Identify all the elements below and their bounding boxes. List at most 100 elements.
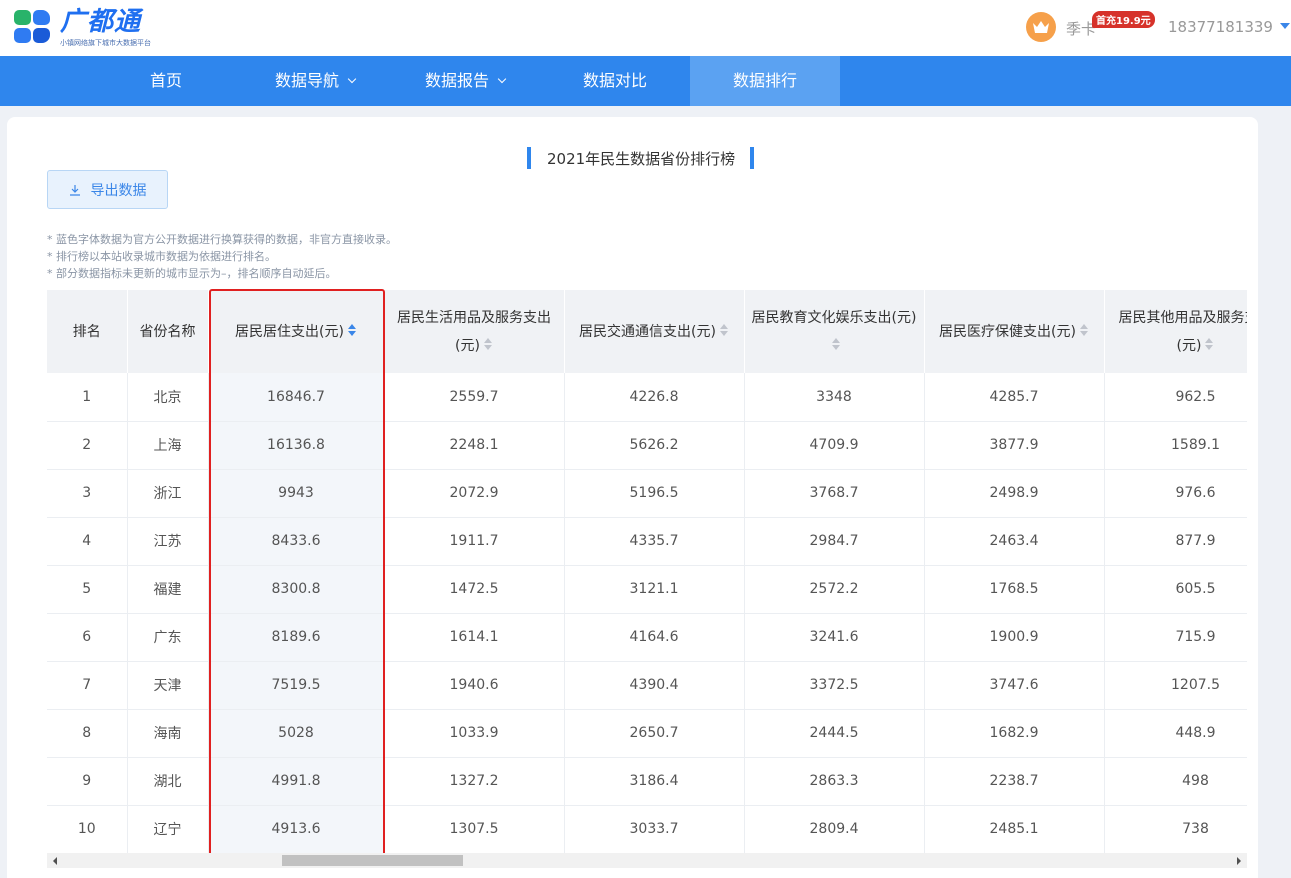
page-title: 2021年民生数据省份排行榜 (527, 147, 755, 169)
table-cell: 2809.4 (744, 805, 925, 853)
table-cell: 2238.7 (924, 757, 1105, 806)
column-header-goods-services[interactable]: 居民生活用品及服务支出(元) (384, 290, 565, 373)
column-header-other[interactable]: 居民其他用品及服务支出(元) (1104, 290, 1247, 373)
table-cell: 江苏 (127, 517, 209, 566)
sort-icon[interactable] (831, 338, 841, 351)
table-cell: 498 (1104, 757, 1247, 806)
table-cell: 1900.9 (924, 613, 1105, 662)
table-cell: 8189.6 (208, 613, 385, 662)
table-cell: 1940.6 (384, 661, 565, 710)
table-row: 10 辽宁 4913.6 1307.5 3033.7 2809.4 2485.1 738 (47, 805, 1247, 853)
sort-icon[interactable] (719, 324, 729, 337)
notes: * 蓝色字体数据为官方公开数据进行换算获得的数据，非官方直接收录。 * 排行榜以… (47, 231, 397, 282)
scroll-right-icon[interactable] (1237, 857, 1241, 865)
horizontal-scrollbar[interactable] (47, 853, 1247, 868)
table-cell: 962.5 (1104, 373, 1247, 422)
table-cell: 1472.5 (384, 565, 565, 614)
table-cell: 3033.7 (564, 805, 745, 853)
sort-icon[interactable] (1079, 324, 1089, 337)
table-cell: 上海 (127, 421, 209, 470)
logo-icon (14, 10, 54, 46)
table-cell: 8300.8 (208, 565, 385, 614)
ranking-table: 排名 省份名称 居民居住支出(元) 居民生活用品及服务支出(元) 居民交通通信支… (47, 290, 1247, 853)
table-cell: 16136.8 (208, 421, 385, 470)
table-cell: 1327.2 (384, 757, 565, 806)
table-cell: 1033.9 (384, 709, 565, 758)
column-header-province: 省份名称 (127, 290, 209, 373)
note-line: * 蓝色字体数据为官方公开数据进行换算获得的数据，非官方直接收录。 (47, 233, 397, 246)
sort-icon[interactable] (1205, 338, 1214, 351)
sort-icon[interactable] (347, 324, 357, 337)
note-line: * 排行榜以本站收录城市数据为依据进行排名。 (47, 250, 276, 263)
table-cell: 4991.8 (208, 757, 385, 806)
table-cell: 北京 (127, 373, 209, 422)
table-row: 5 福建 8300.8 1472.5 3121.1 2572.2 1768.5 605.5 (47, 565, 1247, 614)
table-cell: 4 (47, 517, 128, 566)
table-cell: 3 (47, 469, 128, 518)
table-cell: 4226.8 (564, 373, 745, 422)
crown-icon[interactable] (1026, 12, 1056, 42)
chevron-down-icon[interactable] (1280, 23, 1290, 29)
column-header-medical[interactable]: 居民医疗保健支出(元) (924, 290, 1105, 373)
table-cell: 2485.1 (924, 805, 1105, 853)
table-cell: 9943 (208, 469, 385, 518)
table-cell: 448.9 (1104, 709, 1247, 758)
table-row: 6 广东 8189.6 1614.1 4164.6 3241.6 1900.9 715.9 (47, 613, 1247, 662)
table-cell: 1307.5 (384, 805, 565, 853)
table-cell: 8 (47, 709, 128, 758)
table-cell: 海南 (127, 709, 209, 758)
nav-item-home[interactable]: 首页 (116, 56, 216, 106)
table-row: 7 天津 7519.5 1940.6 4390.4 3372.5 3747.6 1207.5 (47, 661, 1247, 710)
table-cell: 8433.6 (208, 517, 385, 566)
table-cell: 2248.1 (384, 421, 565, 470)
table-cell: 2498.9 (924, 469, 1105, 518)
logo[interactable]: 广都通 小镇网络旗下城市大数据平台 (14, 8, 151, 48)
scroll-left-icon[interactable] (53, 857, 57, 865)
column-header-transport[interactable]: 居民交通通信支出(元) (564, 290, 745, 373)
table-cell: 7519.5 (208, 661, 385, 710)
table-cell: 1207.5 (1104, 661, 1247, 710)
column-header-rank: 排名 (47, 290, 128, 373)
table-header-row: 排名 省份名称 居民居住支出(元) 居民生活用品及服务支出(元) 居民交通通信支… (47, 290, 1247, 373)
table-cell: 3241.6 (744, 613, 925, 662)
table-cell: 877.9 (1104, 517, 1247, 566)
table-cell: 1768.5 (924, 565, 1105, 614)
table-cell: 5196.5 (564, 469, 745, 518)
table-cell: 1682.9 (924, 709, 1105, 758)
table-cell: 2572.2 (744, 565, 925, 614)
table-cell: 738 (1104, 805, 1247, 853)
table-cell: 5626.2 (564, 421, 745, 470)
table-cell: 福建 (127, 565, 209, 614)
table-cell: 天津 (127, 661, 209, 710)
user-phone[interactable]: 18377181339 (1168, 18, 1273, 36)
nav-item-data-compare[interactable]: 数据对比 (552, 56, 678, 106)
table-cell: 3372.5 (744, 661, 925, 710)
ranking-table-container: 排名 省份名称 居民居住支出(元) 居民生活用品及服务支出(元) 居民交通通信支… (47, 290, 1247, 853)
column-header-education[interactable]: 居民教育文化娱乐支出(元) (744, 290, 925, 373)
sort-icon[interactable] (483, 338, 493, 351)
table-cell: 辽宁 (127, 805, 209, 853)
nav-item-data-navigation[interactable]: 数据导航 (252, 56, 378, 106)
table-cell: 715.9 (1104, 613, 1247, 662)
logo-subtitle: 小镇网络旗下城市大数据平台 (60, 39, 151, 47)
table-cell: 2984.7 (744, 517, 925, 566)
chevron-down-icon (347, 74, 357, 84)
nav-item-data-ranking[interactable]: 数据排行 (690, 56, 840, 106)
column-header-housing[interactable]: 居民居住支出(元) (208, 290, 385, 373)
main-nav: 首页 数据导航 数据报告 数据对比 数据排行 (0, 56, 1291, 106)
table-cell: 4164.6 (564, 613, 745, 662)
table-cell: 976.6 (1104, 469, 1247, 518)
table-cell: 1614.1 (384, 613, 565, 662)
table-cell: 4285.7 (924, 373, 1105, 422)
scrollbar-thumb[interactable] (282, 855, 463, 866)
table-cell: 10 (47, 805, 128, 853)
note-line: * 部分数据指标未更新的城市显示为–，排名顺序自动延后。 (47, 267, 337, 280)
export-data-button[interactable]: 导出数据 (47, 170, 168, 209)
vip-promo-badge: 首充19.9元 (1092, 11, 1155, 28)
table-row: 2 上海 16136.8 2248.1 5626.2 4709.9 3877.9 1589.1 (47, 421, 1247, 470)
table-row: 4 江苏 8433.6 1911.7 4335.7 2984.7 2463.4 877.9 (47, 517, 1247, 566)
table-cell: 4335.7 (564, 517, 745, 566)
nav-item-data-reports[interactable]: 数据报告 (402, 56, 528, 106)
table-cell: 2559.7 (384, 373, 565, 422)
table-cell: 1911.7 (384, 517, 565, 566)
